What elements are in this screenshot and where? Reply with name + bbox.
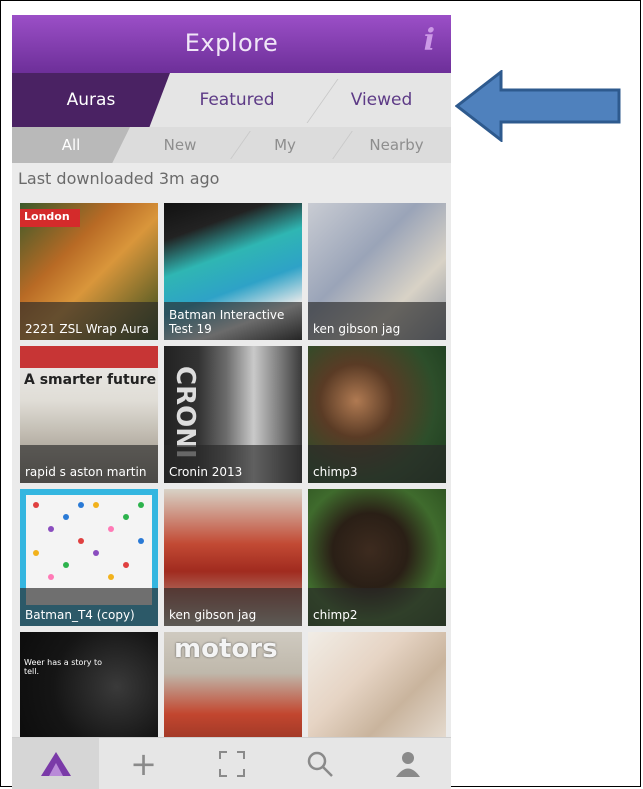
filter-new[interactable]: New [130,127,230,163]
tile-caption: Cronin 2013 [164,445,302,483]
tab-label: Viewed [350,90,413,110]
tile-caption: ken gibson jag [164,588,302,626]
grid-tile-batman[interactable]: Batman Interactive Test 19 [164,203,302,340]
tile-badge: London [24,210,70,223]
grid-tile-dots[interactable]: Batman_T4 (copy) [20,489,158,626]
aura-logo-icon [40,752,71,776]
tile-caption: chimp3 [308,445,446,483]
grid-tile-chimp3[interactable]: chimp3 [308,346,446,483]
grid-tile-newspaper[interactable]: A smarter future rapid s aston martin [20,346,158,483]
info-icon[interactable]: i [424,23,435,58]
profile-icon [395,752,420,777]
tab-auras[interactable]: Auras [12,73,170,127]
tab-featured[interactable]: Featured [162,73,312,127]
tile-caption: chimp2 [308,588,446,626]
tile-caption: Batman_T4 (copy) [20,588,158,626]
masthead-bar [20,346,158,368]
tile-caption: 2221 ZSL Wrap Aura [20,302,158,340]
plus-icon: + [130,745,157,783]
filter-label: My [274,136,296,154]
main-tabs: Auras Featured Viewed [12,73,451,127]
nav-search[interactable] [276,738,363,789]
filter-label: All [61,136,81,154]
nav-auras[interactable] [12,738,99,789]
nav-create[interactable]: + [100,738,187,789]
app-screen: Explore i Auras Featured Viewed All New … [12,15,451,789]
grid-tile-tiger[interactable]: London 2221 ZSL Wrap Aura [20,203,158,340]
grid-tile-red-car[interactable]: ken gibson jag [164,489,302,626]
tile-headline: motors [174,634,278,664]
scan-frame-icon [218,751,245,777]
tile-headline: A smarter future [24,372,157,388]
nav-profile[interactable] [364,738,451,789]
filter-all[interactable]: All [12,127,130,163]
nav-scan[interactable] [188,738,275,789]
grid-tile-cronin[interactable]: CRONI Cronin 2013 [164,346,302,483]
filter-label: Nearby [369,136,424,154]
filter-nearby[interactable]: Nearby [342,127,451,163]
filter-label: New [163,136,197,154]
tab-label: Auras [66,90,116,110]
tile-caption: rapid s aston martin [20,445,158,483]
bottom-nav: + [12,737,451,789]
tab-label: Featured [199,90,275,110]
last-downloaded-status: Last downloaded 3m ago [18,169,220,188]
filter-tabs: All New My Nearby [12,127,451,163]
annotation-arrow-icon [455,70,621,142]
tile-caption: Batman Interactive Test 19 [164,302,302,340]
tile-caption: ken gibson jag [308,302,446,340]
grid-tile-chimp2[interactable]: chimp2 [308,489,446,626]
filter-my[interactable]: My [240,127,330,163]
page-title: Explore [184,29,279,57]
header-bar: Explore i [12,15,451,73]
grid-tile-jag-magazine[interactable]: ken gibson jag [308,203,446,340]
search-icon [307,751,333,777]
tab-viewed[interactable]: Viewed [312,73,451,127]
tile-headline: Weer has a story to tell. [24,658,103,676]
